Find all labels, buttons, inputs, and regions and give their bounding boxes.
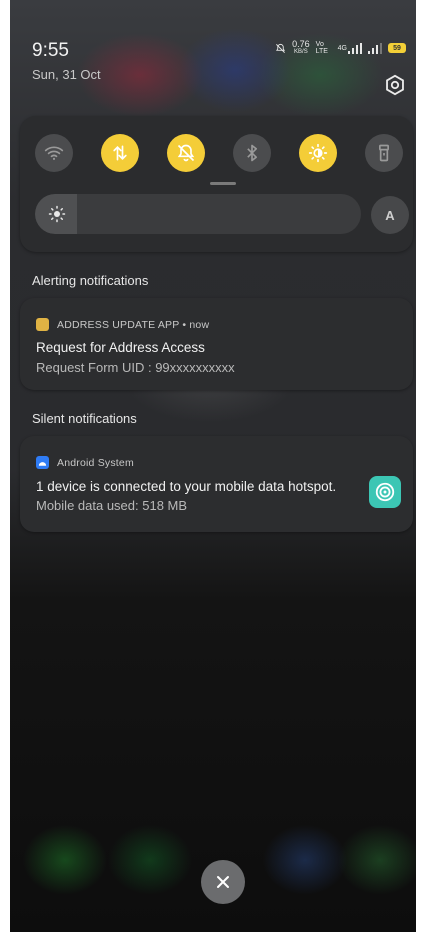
expand-handle[interactable]: [210, 182, 236, 185]
notification-title: Request for Address Access: [36, 340, 205, 355]
notification-text: Request Form UID : 99xxxxxxxxxx: [36, 360, 235, 375]
network-speed: 0.76 KB/S: [292, 39, 310, 56]
bell-off-icon: [276, 43, 286, 53]
status-time: 9:55: [32, 40, 69, 61]
flashlight-icon: [379, 144, 389, 162]
signal-4g-icon: 4G: [338, 42, 362, 54]
sun-moon-icon: [308, 143, 328, 163]
mobile-data-toggle[interactable]: [101, 134, 139, 172]
notification-address-update[interactable]: ADDRESS UPDATE APP • now Request for Add…: [20, 298, 413, 390]
dark-mode-toggle[interactable]: [299, 134, 337, 172]
brightness-icon: [48, 205, 66, 223]
data-arrows-icon: [113, 145, 127, 161]
status-date: Sun, 31 Oct: [32, 67, 101, 82]
bluetooth-toggle[interactable]: [233, 134, 271, 172]
settings-gear-icon[interactable]: [384, 74, 406, 96]
clear-all-button[interactable]: [201, 860, 245, 904]
notification-hotspot[interactable]: Android System 1 device is connected to …: [20, 436, 413, 532]
status-icons: 0.76 KB/S Vo LTE 4G 59: [275, 40, 406, 56]
signal-icon: [368, 42, 382, 54]
hotspot-icon: [369, 476, 401, 508]
notification-shade: 9:55 Sun, 31 Oct 0.76 KB/S Vo LTE 4G 59 …: [10, 0, 416, 932]
android-system-icon: [36, 456, 49, 469]
volte-indicator: Vo LTE: [315, 41, 328, 55]
bell-off-icon: [177, 144, 195, 162]
close-icon: [217, 876, 229, 888]
notification-app-name: Android System: [57, 456, 134, 469]
flashlight-toggle[interactable]: [365, 134, 403, 172]
notification-app-name: ADDRESS UPDATE APP • now: [57, 318, 210, 331]
notification-text: Mobile data used: 518 MB: [36, 498, 188, 513]
notification-title: 1 device is connected to your mobile dat…: [36, 479, 337, 494]
auto-brightness-button[interactable]: A: [371, 196, 409, 234]
alerting-section-title: Alerting notifications: [32, 273, 149, 288]
quick-settings-panel: A: [20, 116, 413, 252]
silent-toggle[interactable]: [167, 134, 205, 172]
silent-section-title: Silent notifications: [32, 411, 137, 426]
address-app-icon: [36, 318, 49, 331]
bluetooth-icon: [247, 144, 257, 162]
notification-app-row: ADDRESS UPDATE APP • now: [36, 318, 209, 331]
brightness-slider[interactable]: [35, 194, 361, 234]
wifi-toggle[interactable]: [35, 134, 73, 172]
wifi-icon: [44, 146, 64, 160]
notification-app-row: Android System: [36, 456, 134, 469]
battery-icon: 59: [388, 43, 406, 53]
